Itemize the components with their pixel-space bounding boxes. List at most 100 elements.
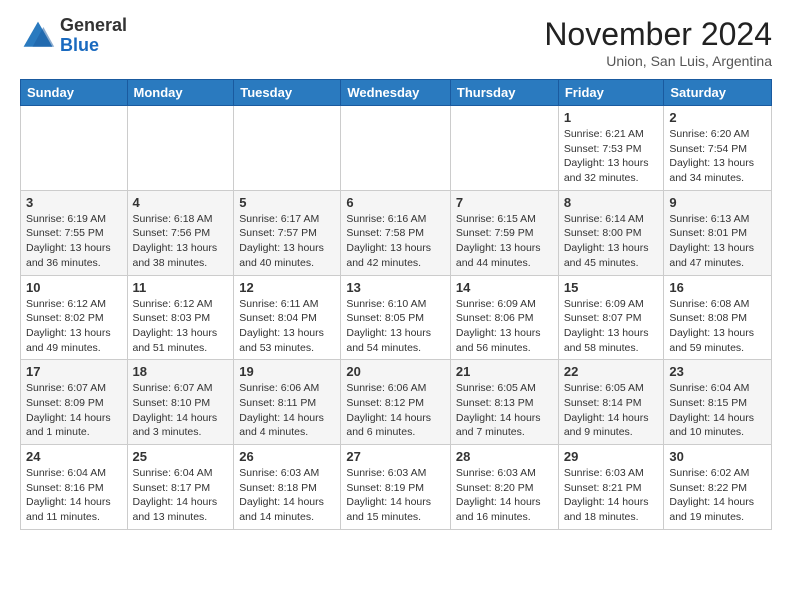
day-cell-1-0: 3 Sunrise: 6:19 AM Sunset: 7:55 PM Daylig… [21,190,128,275]
col-sunday: Sunday [21,80,128,106]
day-cell-3-4: 21 Sunrise: 6:05 AM Sunset: 8:13 PM Dayli… [450,360,558,445]
day-cell-1-4: 7 Sunrise: 6:15 AM Sunset: 7:59 PM Daylig… [450,190,558,275]
day-cell-4-3: 27 Sunrise: 6:03 AM Sunset: 8:19 PM Dayli… [341,445,451,530]
day-info-22: Sunrise: 6:05 AM Sunset: 8:14 PM Dayligh… [564,381,659,440]
calendar-header: Sunday Monday Tuesday Wednesday Thursday… [21,80,772,106]
title-block: November 2024 Union, San Luis, Argentina [544,16,772,69]
day-info-3: Sunrise: 6:19 AM Sunset: 7:55 PM Dayligh… [26,212,122,271]
day-number-30: 30 [669,449,766,464]
calendar-body: 1Sunrise: 6:21 AM Sunset: 7:53 PM Daylig… [21,106,772,530]
logo-text: General Blue [60,16,127,56]
day-cell-0-5: 1Sunrise: 6:21 AM Sunset: 7:53 PM Daylig… [558,106,664,191]
day-info-17: Sunrise: 6:07 AM Sunset: 8:09 PM Dayligh… [26,381,122,440]
day-cell-2-6: 16 Sunrise: 6:08 AM Sunset: 8:08 PM Dayli… [664,275,772,360]
day-cell-2-3: 13 Sunrise: 6:10 AM Sunset: 8:05 PM Dayli… [341,275,451,360]
day-cell-0-0 [21,106,128,191]
logo: General Blue [20,16,127,56]
day-number-5: 5 [239,195,335,210]
col-wednesday: Wednesday [341,80,451,106]
day-info-4: Sunrise: 6:18 AM Sunset: 7:56 PM Dayligh… [133,212,229,271]
day-info-30: Sunrise: 6:02 AM Sunset: 8:22 PM Dayligh… [669,466,766,525]
day-cell-3-3: 20Sunrise: 6:06 AM Sunset: 8:12 PM Dayli… [341,360,451,445]
day-cell-4-0: 24Sunrise: 6:04 AM Sunset: 8:16 PM Dayli… [21,445,128,530]
day-cell-0-6: 2Sunrise: 6:20 AM Sunset: 7:54 PM Daylig… [664,106,772,191]
day-number-21: 21 [456,364,553,379]
day-cell-1-3: 6 Sunrise: 6:16 AM Sunset: 7:58 PM Daylig… [341,190,451,275]
week-row-2: 3 Sunrise: 6:19 AM Sunset: 7:55 PM Daylig… [21,190,772,275]
day-cell-3-1: 18 Sunrise: 6:07 AM Sunset: 8:10 PM Dayli… [127,360,234,445]
col-monday: Monday [127,80,234,106]
day-number-29: 29 [564,449,659,464]
day-info-14: Sunrise: 6:09 AM Sunset: 8:06 PM Dayligh… [456,297,553,356]
day-number-7: 7 [456,195,553,210]
day-cell-4-6: 30 Sunrise: 6:02 AM Sunset: 8:22 PM Dayli… [664,445,772,530]
day-number-13: 13 [346,280,445,295]
day-cell-4-4: 28 Sunrise: 6:03 AM Sunset: 8:20 PM Dayli… [450,445,558,530]
day-number-19: 19 [239,364,335,379]
day-info-2: Sunrise: 6:20 AM Sunset: 7:54 PM Dayligh… [669,127,766,186]
header-row: Sunday Monday Tuesday Wednesday Thursday… [21,80,772,106]
day-info-29: Sunrise: 6:03 AM Sunset: 8:21 PM Dayligh… [564,466,659,525]
day-number-4: 4 [133,195,229,210]
day-number-11: 11 [133,280,229,295]
day-number-27: 27 [346,449,445,464]
day-info-23: Sunrise: 6:04 AM Sunset: 8:15 PM Dayligh… [669,381,766,440]
day-cell-4-1: 25Sunrise: 6:04 AM Sunset: 8:17 PM Dayli… [127,445,234,530]
day-cell-2-4: 14 Sunrise: 6:09 AM Sunset: 8:06 PM Dayli… [450,275,558,360]
day-number-28: 28 [456,449,553,464]
day-cell-3-2: 19 Sunrise: 6:06 AM Sunset: 8:11 PM Dayli… [234,360,341,445]
day-number-17: 17 [26,364,122,379]
day-number-22: 22 [564,364,659,379]
day-cell-0-4 [450,106,558,191]
day-number-3: 3 [26,195,122,210]
day-number-6: 6 [346,195,445,210]
day-number-25: 25 [133,449,229,464]
day-number-23: 23 [669,364,766,379]
day-number-16: 16 [669,280,766,295]
day-info-20: Sunrise: 6:06 AM Sunset: 8:12 PM Dayligh… [346,381,445,440]
header: General Blue November 2024 Union, San Lu… [20,16,772,69]
day-info-7: Sunrise: 6:15 AM Sunset: 7:59 PM Dayligh… [456,212,553,271]
day-info-21: Sunrise: 6:05 AM Sunset: 8:13 PM Dayligh… [456,381,553,440]
day-info-13: Sunrise: 6:10 AM Sunset: 8:05 PM Dayligh… [346,297,445,356]
day-info-19: Sunrise: 6:06 AM Sunset: 8:11 PM Dayligh… [239,381,335,440]
day-cell-1-2: 5Sunrise: 6:17 AM Sunset: 7:57 PM Daylig… [234,190,341,275]
day-number-18: 18 [133,364,229,379]
day-cell-2-1: 11 Sunrise: 6:12 AM Sunset: 8:03 PM Dayli… [127,275,234,360]
day-number-10: 10 [26,280,122,295]
day-info-18: Sunrise: 6:07 AM Sunset: 8:10 PM Dayligh… [133,381,229,440]
day-cell-3-5: 22 Sunrise: 6:05 AM Sunset: 8:14 PM Dayli… [558,360,664,445]
day-cell-1-5: 8 Sunrise: 6:14 AM Sunset: 8:00 PM Daylig… [558,190,664,275]
day-info-6: Sunrise: 6:16 AM Sunset: 7:58 PM Dayligh… [346,212,445,271]
col-tuesday: Tuesday [234,80,341,106]
col-thursday: Thursday [450,80,558,106]
day-number-14: 14 [456,280,553,295]
day-cell-0-3 [341,106,451,191]
day-number-9: 9 [669,195,766,210]
month-title: November 2024 [544,16,772,53]
day-info-11: Sunrise: 6:12 AM Sunset: 8:03 PM Dayligh… [133,297,229,356]
week-row-5: 24Sunrise: 6:04 AM Sunset: 8:16 PM Dayli… [21,445,772,530]
day-number-8: 8 [564,195,659,210]
day-cell-2-0: 10Sunrise: 6:12 AM Sunset: 8:02 PM Dayli… [21,275,128,360]
location-subtitle: Union, San Luis, Argentina [544,53,772,69]
day-info-28: Sunrise: 6:03 AM Sunset: 8:20 PM Dayligh… [456,466,553,525]
day-cell-2-5: 15Sunrise: 6:09 AM Sunset: 8:07 PM Dayli… [558,275,664,360]
day-info-12: Sunrise: 6:11 AM Sunset: 8:04 PM Dayligh… [239,297,335,356]
logo-blue: Blue [60,35,99,55]
day-info-27: Sunrise: 6:03 AM Sunset: 8:19 PM Dayligh… [346,466,445,525]
day-number-15: 15 [564,280,659,295]
day-cell-0-2 [234,106,341,191]
page: General Blue November 2024 Union, San Lu… [0,0,792,546]
day-cell-1-1: 4 Sunrise: 6:18 AM Sunset: 7:56 PM Daylig… [127,190,234,275]
day-cell-4-5: 29 Sunrise: 6:03 AM Sunset: 8:21 PM Dayli… [558,445,664,530]
day-info-26: Sunrise: 6:03 AM Sunset: 8:18 PM Dayligh… [239,466,335,525]
day-number-1: 1 [564,110,659,125]
day-cell-4-2: 26 Sunrise: 6:03 AM Sunset: 8:18 PM Dayli… [234,445,341,530]
day-info-16: Sunrise: 6:08 AM Sunset: 8:08 PM Dayligh… [669,297,766,356]
day-cell-3-6: 23 Sunrise: 6:04 AM Sunset: 8:15 PM Dayli… [664,360,772,445]
day-cell-0-1 [127,106,234,191]
day-info-8: Sunrise: 6:14 AM Sunset: 8:00 PM Dayligh… [564,212,659,271]
calendar-table: Sunday Monday Tuesday Wednesday Thursday… [20,79,772,530]
day-number-26: 26 [239,449,335,464]
